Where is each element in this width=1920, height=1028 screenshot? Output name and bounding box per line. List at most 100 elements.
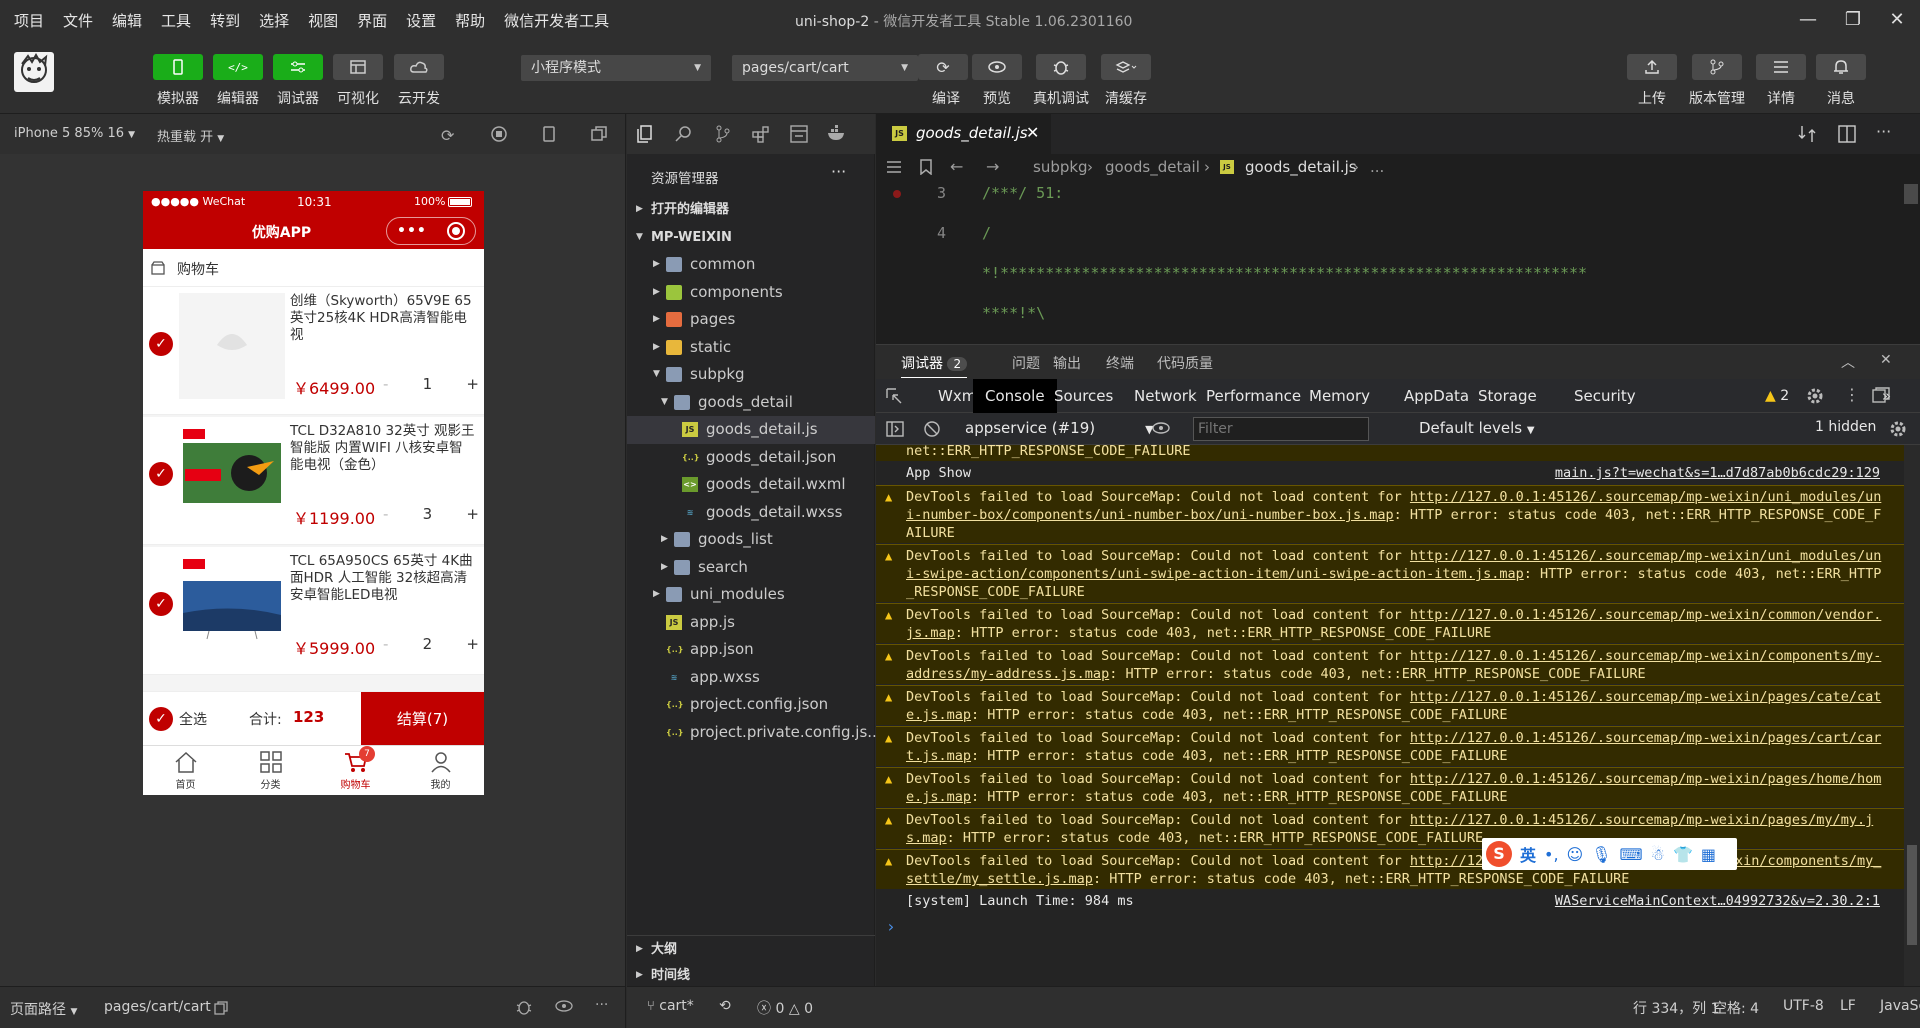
increment-button[interactable]: + <box>466 635 479 653</box>
editor-toggle-button[interactable]: </> <box>213 54 263 80</box>
debugger-toggle-button[interactable] <box>273 54 323 80</box>
punctuation-icon[interactable]: •, <box>1544 845 1559 864</box>
console-scrollbar[interactable] <box>1904 445 1920 987</box>
docker-icon[interactable] <box>827 125 847 141</box>
menu-item[interactable]: 项目 <box>14 10 44 31</box>
console-warning[interactable]: ▲ DevTools failed to load SourceMap: Coul… <box>876 485 1904 543</box>
breadcrumb-goods-detail[interactable]: goods_detail <box>1105 158 1200 176</box>
indentation[interactable]: 空格: 4 <box>1713 998 1759 1018</box>
folder-item[interactable]: ▶ common <box>627 251 875 279</box>
menu-item[interactable]: 工具 <box>161 10 191 31</box>
cart-item[interactable]: ✓ 创维（Skyworth）65V9E 65英寸25核4K HDR高清智能电视 ￥6… <box>143 287 484 415</box>
product-title[interactable]: 创维（Skyworth）65V9E 65英寸25核4K HDR高清智能电视 <box>290 293 476 344</box>
log-levels-select[interactable]: Default levels ▼ <box>1419 419 1535 437</box>
hotreload-toggle[interactable]: 热重载 开 ▼ <box>157 126 224 145</box>
encoding[interactable]: UTF-8 <box>1783 998 1824 1014</box>
mode-select[interactable]: 小程序模式 ▼ <box>521 55 711 81</box>
console-warning[interactable]: ▲ DevTools failed to load SourceMap: Coul… <box>876 544 1904 602</box>
more-icon[interactable]: ••• <box>397 223 427 239</box>
increment-button[interactable]: + <box>466 505 479 523</box>
decrement-button[interactable]: - <box>383 635 388 653</box>
code-line[interactable]: 4/ <box>876 224 1920 264</box>
compile-button[interactable]: ⟳ <box>918 54 968 80</box>
file-item[interactable]: {..} goods_detail.json <box>627 444 875 472</box>
compare-icon[interactable] <box>1798 125 1816 143</box>
decrement-button[interactable]: - <box>383 505 388 523</box>
compile-page-select[interactable]: pages/cart/cart ▼ <box>732 55 918 81</box>
console-message[interactable]: App Show main.js?t=wechat&s=1…d7d87ab0b6c… <box>876 462 1904 484</box>
user-icon[interactable]: ☃ <box>1651 845 1665 864</box>
version-button[interactable] <box>1692 54 1742 80</box>
more-actions-icon[interactable]: ··· <box>1876 122 1891 141</box>
file-item[interactable]: JS app.js <box>627 609 875 637</box>
folder-item[interactable]: ▼ goods_detail <box>627 389 875 417</box>
refresh-icon[interactable]: ⟳ <box>441 126 454 145</box>
preview-button[interactable] <box>972 54 1022 80</box>
console-warning[interactable]: ▲ DevTools failed to load SourceMap: Coul… <box>876 767 1904 807</box>
devtools-tab-memory[interactable]: Memory <box>1309 379 1370 413</box>
details-button[interactable] <box>1756 54 1806 80</box>
page-path-select[interactable]: 页面路径 ▼ <box>10 999 77 1019</box>
source-link[interactable]: WAServiceMainContext…04992732&v=2.30.2:1 <box>1555 892 1880 910</box>
folder-item[interactable]: ▶ components <box>627 279 875 307</box>
source-control-icon[interactable] <box>715 125 731 143</box>
console-warning[interactable]: ▲ DevTools failed to load SourceMap: Coul… <box>876 603 1904 643</box>
product-image[interactable] <box>179 553 285 659</box>
close-tab-icon[interactable]: ✕ <box>1026 123 1039 142</box>
menu-item[interactable]: 编辑 <box>112 10 142 31</box>
console-warning[interactable]: ▲ DevTools failed to load SourceMap: Coul… <box>876 849 1904 889</box>
copy-icon[interactable] <box>214 1001 228 1015</box>
explorer-more-button[interactable]: ··· <box>831 162 846 181</box>
avatar[interactable] <box>14 52 54 92</box>
settings-icon[interactable] <box>1806 387 1824 405</box>
folder-item[interactable]: ▼ subpkg <box>627 361 875 389</box>
file-item[interactable]: JS goods_detail.js <box>627 416 875 444</box>
cloud-toggle-button[interactable] <box>394 54 444 80</box>
visual-toggle-button[interactable] <box>333 54 383 80</box>
more-icon[interactable]: ··· <box>595 997 608 1013</box>
sidebar-toggle-icon[interactable] <box>886 421 904 437</box>
collapse-panel-icon[interactable]: ︿ <box>1841 352 1855 372</box>
menu-item[interactable]: 帮助 <box>455 10 485 31</box>
preview-panel-icon[interactable] <box>790 125 808 143</box>
product-image[interactable] <box>179 423 285 529</box>
close-miniprogram-icon[interactable] <box>446 222 465 240</box>
product-title[interactable]: TCL 65A950CS 65英寸 4K曲面HDR 人工智能 32核超高清安卓智… <box>290 553 476 604</box>
live-expression-icon[interactable] <box>1152 422 1170 434</box>
ime-toolbar[interactable]: S 英 •, ☺ 🎙 ⌨ ☃ 👕 ▦ <box>1482 838 1737 870</box>
git-branch[interactable]: ⑂ cart* <box>647 998 694 1014</box>
folder-item[interactable]: ▶ pages <box>627 306 875 334</box>
tab-my[interactable]: 我的 <box>398 746 483 795</box>
editor-tab-goods-detail[interactable]: JS goods_detail.js ✕ <box>876 114 1051 154</box>
product-title[interactable]: TCL D32A810 32英寸 观影王 智能版 内置WIFI 八核安卓智能电视… <box>290 423 476 474</box>
menu-item[interactable]: 设置 <box>406 10 436 31</box>
console-filter-input[interactable] <box>1193 417 1369 441</box>
console-warning[interactable]: ▲ DevTools failed to load SourceMap: Coul… <box>876 726 1904 766</box>
menu-item[interactable]: 文件 <box>63 10 93 31</box>
split-editor-icon[interactable] <box>1838 125 1856 143</box>
sync-icon[interactable]: ⟲ <box>719 998 731 1014</box>
folder-item[interactable]: ▶ goods_list <box>627 526 875 554</box>
folder-item[interactable]: ▶ static <box>627 334 875 362</box>
devtools-tab-storage[interactable]: Storage <box>1478 379 1537 413</box>
breadcrumb-file[interactable]: goods_detail.js <box>1245 158 1357 176</box>
quantity-value[interactable]: 1 <box>423 375 433 393</box>
quantity-value[interactable]: 3 <box>423 505 433 523</box>
language-mode[interactable]: JavaScript <box>1880 998 1920 1014</box>
warning-counter[interactable]: ▲ 2 <box>1765 379 1789 413</box>
quantity-value[interactable]: 2 <box>423 635 433 653</box>
open-editors-section[interactable]: ▶ 打开的编辑器 <box>627 196 875 224</box>
tab-category[interactable]: 分类 <box>228 746 313 795</box>
extensions-icon[interactable] <box>752 125 770 143</box>
outline-section[interactable]: ▶ 大纲 <box>627 935 875 963</box>
bookmark-icon[interactable] <box>920 159 932 175</box>
console-prompt[interactable]: › <box>886 917 896 936</box>
file-item[interactable]: ≋ app.wxss <box>627 664 875 692</box>
console-warning[interactable]: ▲ DevTools failed to load SourceMap: Coul… <box>876 685 1904 725</box>
menu-item[interactable]: 微信开发者工具 <box>504 10 609 31</box>
devtools-tab-performance[interactable]: Performance <box>1206 379 1301 413</box>
devtools-tab-network[interactable]: Network <box>1134 379 1197 413</box>
menu-item[interactable]: 界面 <box>357 10 387 31</box>
code-line[interactable]: ****!*\ <box>876 304 1920 344</box>
tab-problems[interactable]: 问题 <box>1012 353 1040 373</box>
